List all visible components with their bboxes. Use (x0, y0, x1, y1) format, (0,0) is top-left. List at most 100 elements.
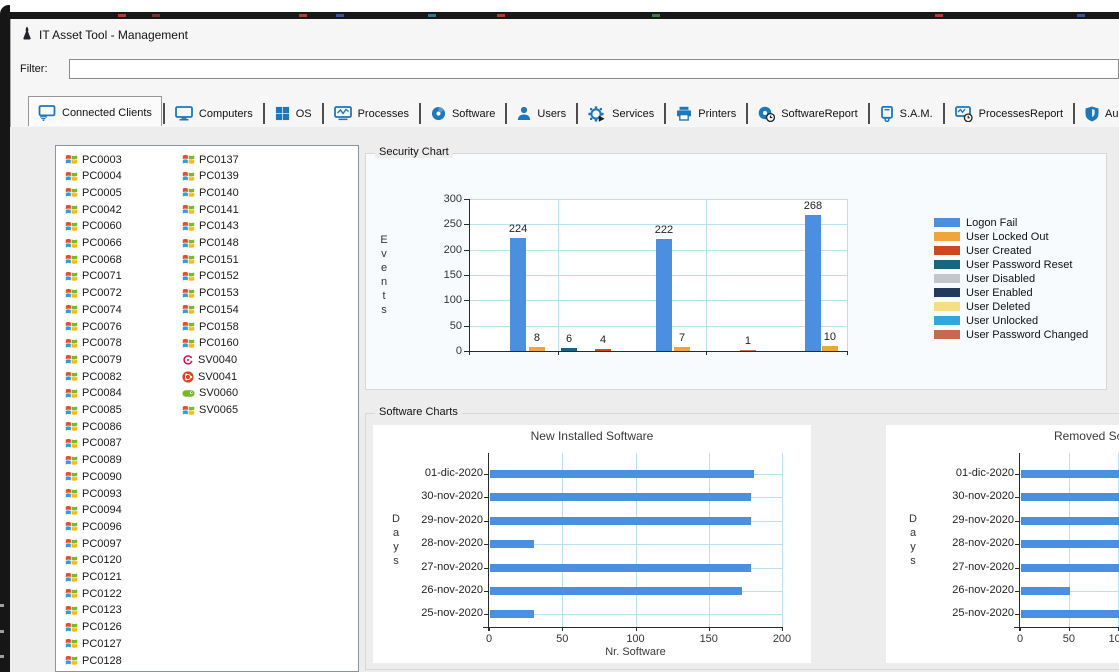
list-item-pc0151[interactable]: PC0151 (182, 252, 239, 267)
list-item-pc0140[interactable]: PC0140 (182, 185, 239, 200)
tab-computers[interactable]: Computers (166, 101, 262, 126)
backdrop-speck (118, 14, 126, 17)
list-item-pc0153[interactable]: PC0153 (182, 286, 239, 301)
list-item-sv0040[interactable]: SV0040 (182, 352, 237, 367)
tab-users[interactable]: Users (508, 101, 575, 126)
windows-flag-icon (65, 370, 78, 383)
list-item-pc0139[interactable]: PC0139 (182, 169, 239, 184)
monitor-activity-icon (334, 106, 352, 121)
list-item-pc0068[interactable]: PC0068 (65, 252, 122, 267)
list-item-pc0082[interactable]: PC0082 (65, 369, 122, 384)
list-item-sv0060[interactable]: SV0060 (182, 386, 238, 401)
bar-27-nov-2020 (490, 564, 751, 572)
list-item-pc0090[interactable]: PC0090 (65, 469, 122, 484)
bar-26-nov-2020 (490, 587, 742, 595)
list-item-pc0004[interactable]: PC0004 (65, 169, 122, 184)
list-item-pc0123[interactable]: PC0123 (65, 603, 122, 618)
list-item-pc0127[interactable]: PC0127 (65, 636, 122, 651)
list-item-pc0042[interactable]: PC0042 (65, 202, 122, 217)
list-item-pc0074[interactable]: PC0074 (65, 302, 122, 317)
gear-play-icon (588, 106, 606, 122)
legend-swatch (934, 246, 960, 255)
category-label: 25-nov-2020 (403, 607, 483, 619)
list-item-pc0152[interactable]: PC0152 (182, 269, 239, 284)
tab-audit[interactable]: Audit (1076, 101, 1119, 126)
filter-input[interactable] (69, 59, 1119, 79)
client-name: PC0152 (199, 270, 239, 282)
tab-strip: Connected ClientsComputersOSProcessesSof… (28, 95, 1119, 126)
list-item-pc0158[interactable]: PC0158 (182, 319, 239, 334)
client-name: PC0154 (199, 304, 239, 316)
legend-swatch (934, 316, 960, 325)
tab-label: OS (296, 108, 312, 120)
list-item-pc0087[interactable]: PC0087 (65, 436, 122, 451)
client-name: PC0158 (199, 321, 239, 333)
list-item-pc0094[interactable]: PC0094 (65, 503, 122, 518)
list-item-sv0065[interactable]: SV0065 (182, 403, 238, 418)
tab-separator (263, 103, 265, 124)
list-item-pc0003[interactable]: PC0003 (65, 152, 122, 167)
client-name: PC0042 (82, 204, 122, 216)
list-item-pc0137[interactable]: PC0137 (182, 152, 239, 167)
category-label: 01-dic-2020 (934, 467, 1014, 479)
list-item-pc0122[interactable]: PC0122 (65, 586, 122, 601)
client-name: PC0066 (82, 237, 122, 249)
list-item-pc0084[interactable]: PC0084 (65, 386, 122, 401)
windows-flag-icon (182, 404, 195, 417)
list-item-pc0072[interactable]: PC0072 (65, 286, 122, 301)
list-item-pc0141[interactable]: PC0141 (182, 202, 239, 217)
list-item-pc0154[interactable]: PC0154 (182, 302, 239, 317)
list-item-pc0096[interactable]: PC0096 (65, 519, 122, 534)
tab-printers[interactable]: Printers (667, 101, 745, 126)
list-item-pc0093[interactable]: PC0093 (65, 486, 122, 501)
x-axis (469, 351, 848, 352)
tab-softwarereport[interactable]: SoftwareReport (749, 101, 866, 126)
list-item-pc0079[interactable]: PC0079 (65, 352, 122, 367)
y-tick-label: 250 (428, 218, 462, 230)
tab-processesreport[interactable]: ProcessesReport (946, 101, 1072, 126)
client-name: PC0004 (82, 170, 122, 182)
bar-user-password-changed (740, 350, 756, 351)
list-item-pc0121[interactable]: PC0121 (65, 570, 122, 585)
bar-28-nov-2020 (1021, 540, 1119, 548)
list-item-pc0126[interactable]: PC0126 (65, 620, 122, 635)
tab-services[interactable]: Services (579, 101, 663, 126)
monitor-clock-icon (955, 106, 973, 122)
tab-connected-clients[interactable]: Connected Clients (28, 96, 162, 126)
windows-flag-icon (65, 554, 78, 567)
list-item-pc0086[interactable]: PC0086 (65, 419, 122, 434)
windows-flag-icon (65, 470, 78, 483)
list-item-pc0160[interactable]: PC0160 (182, 336, 239, 351)
bar-01-dic-2020 (1021, 470, 1119, 478)
list-item-pc0076[interactable]: PC0076 (65, 319, 122, 334)
category-label: 29-nov-2020 (403, 514, 483, 526)
tab-label: Computers (199, 108, 253, 120)
bar-01-dic-2020 (490, 470, 754, 478)
list-item-pc0120[interactable]: PC0120 (65, 553, 122, 568)
list-item-sv0041[interactable]: SV0041 (182, 369, 237, 384)
list-item-pc0066[interactable]: PC0066 (65, 236, 122, 251)
list-item-pc0148[interactable]: PC0148 (182, 236, 239, 251)
windows-flag-icon (65, 237, 78, 250)
list-item-pc0085[interactable]: PC0085 (65, 403, 122, 418)
list-item-pc0128[interactable]: PC0128 (65, 653, 122, 668)
tab-processes[interactable]: Processes (325, 101, 418, 126)
y-tick-label: 100 (428, 294, 462, 306)
bar-value-label: 268 (793, 200, 833, 212)
list-item-pc0089[interactable]: PC0089 (65, 453, 122, 468)
windows-flag-icon (65, 170, 78, 183)
x-axis (483, 627, 782, 628)
tab-software[interactable]: Software (422, 101, 504, 126)
software-charts-group: Software Charts New Installed SoftwareD … (365, 413, 1119, 670)
list-item-pc0005[interactable]: PC0005 (65, 185, 122, 200)
client-list[interactable]: PC0003 PC0004 PC0005 PC0042 PC0060 PC0066 PC00… (55, 145, 359, 672)
list-item-pc0060[interactable]: PC0060 (65, 219, 122, 234)
list-item-pc0071[interactable]: PC0071 (65, 269, 122, 284)
tab-s-a-m-[interactable]: S.A.M. (871, 101, 942, 126)
bar-user-locked-out (822, 346, 838, 351)
list-item-pc0097[interactable]: PC0097 (65, 536, 122, 551)
list-item-pc0078[interactable]: PC0078 (65, 336, 122, 351)
gridline-v (709, 453, 710, 627)
list-item-pc0143[interactable]: PC0143 (182, 219, 239, 234)
tab-os[interactable]: OS (266, 101, 321, 126)
